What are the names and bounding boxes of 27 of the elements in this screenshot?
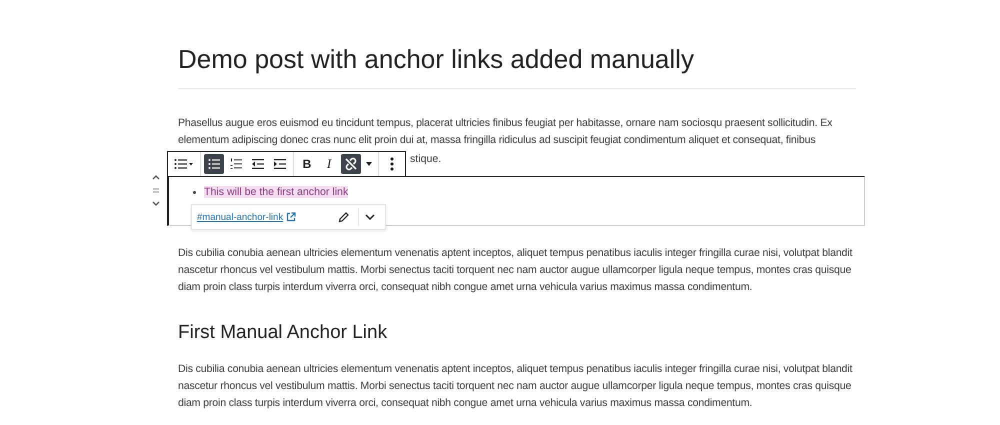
drag-handle-icon[interactable] <box>153 188 159 193</box>
pencil-icon <box>338 212 350 222</box>
outdent-icon <box>252 158 264 170</box>
kebab-menu-icon <box>390 157 394 171</box>
paragraph: Dis cubilia conubia aenean ultricies elementum venenatis aptent inceptos, aliquet tempus penatibus iaculis integer fringilla curae nisi, volutpat blandit nascetur rhoncus vel vestibulum mattis. Morbi senectus taciti torquent nec nam auctor augue ullamcorper ligula neque tempus, montes cras quisque diam proin class turpis interdum viverra orci, consequat nibh congue amet urna vehicula varius maximus massa condimentum. <box>178 246 854 295</box>
numbered-list-icon <box>230 158 242 170</box>
move-up-icon[interactable] <box>152 174 160 180</box>
indent-icon <box>274 158 286 170</box>
section-heading: First Manual Anchor Link <box>178 322 388 344</box>
bold-button[interactable]: B <box>297 154 317 174</box>
anchor-link[interactable]: #manual-anchor-link <box>197 212 284 222</box>
unlink-icon <box>344 157 358 171</box>
italic-button[interactable]: I <box>319 154 339 174</box>
caret-icon <box>366 162 372 166</box>
post-title: Demo post with anchor links added manually <box>178 43 695 76</box>
paragraph: Dis cubilia conubia aenean ultricies elementum venenatis aptent inceptos, aliquet tempus penatibus iaculis integer fringilla curae nisi, volutpat blandit nascetur rhoncus vel vestibulum mattis. Morbi senectus taciti torquent nec nam auctor augue ullamcorper ligula neque tempus, montes cras quisque diam proin class turpis interdum viverra orci, consequat nibh congue amet urna vehicula varius maximus massa condimentum. <box>178 362 854 411</box>
move-down-icon[interactable] <box>152 201 160 207</box>
paragraph-line: elementum adipiscing donec cras nunc elit proin dui at, massa fringilla ridiculus ad suscipit feugiat condimentum aliquet et consequat, finibus <box>178 133 816 148</box>
unlink-button[interactable] <box>341 154 361 174</box>
list-item[interactable]: This will be the first anchor link <box>204 186 348 198</box>
chevron-down-icon <box>365 214 376 220</box>
bullets-button[interactable] <box>204 154 224 174</box>
bullet-list-icon <box>208 158 220 170</box>
paragraph-line: Phasellus augue eros euismod eu tincidunt tempus, placerat ultricies finibus feugiat per habitasse, ornare nam sociosqu praesent sollicitudin. Ex <box>178 116 832 131</box>
external-link-icon <box>286 212 296 222</box>
list-icon <box>174 158 194 170</box>
paragraph-fragment: stique. <box>410 152 442 167</box>
